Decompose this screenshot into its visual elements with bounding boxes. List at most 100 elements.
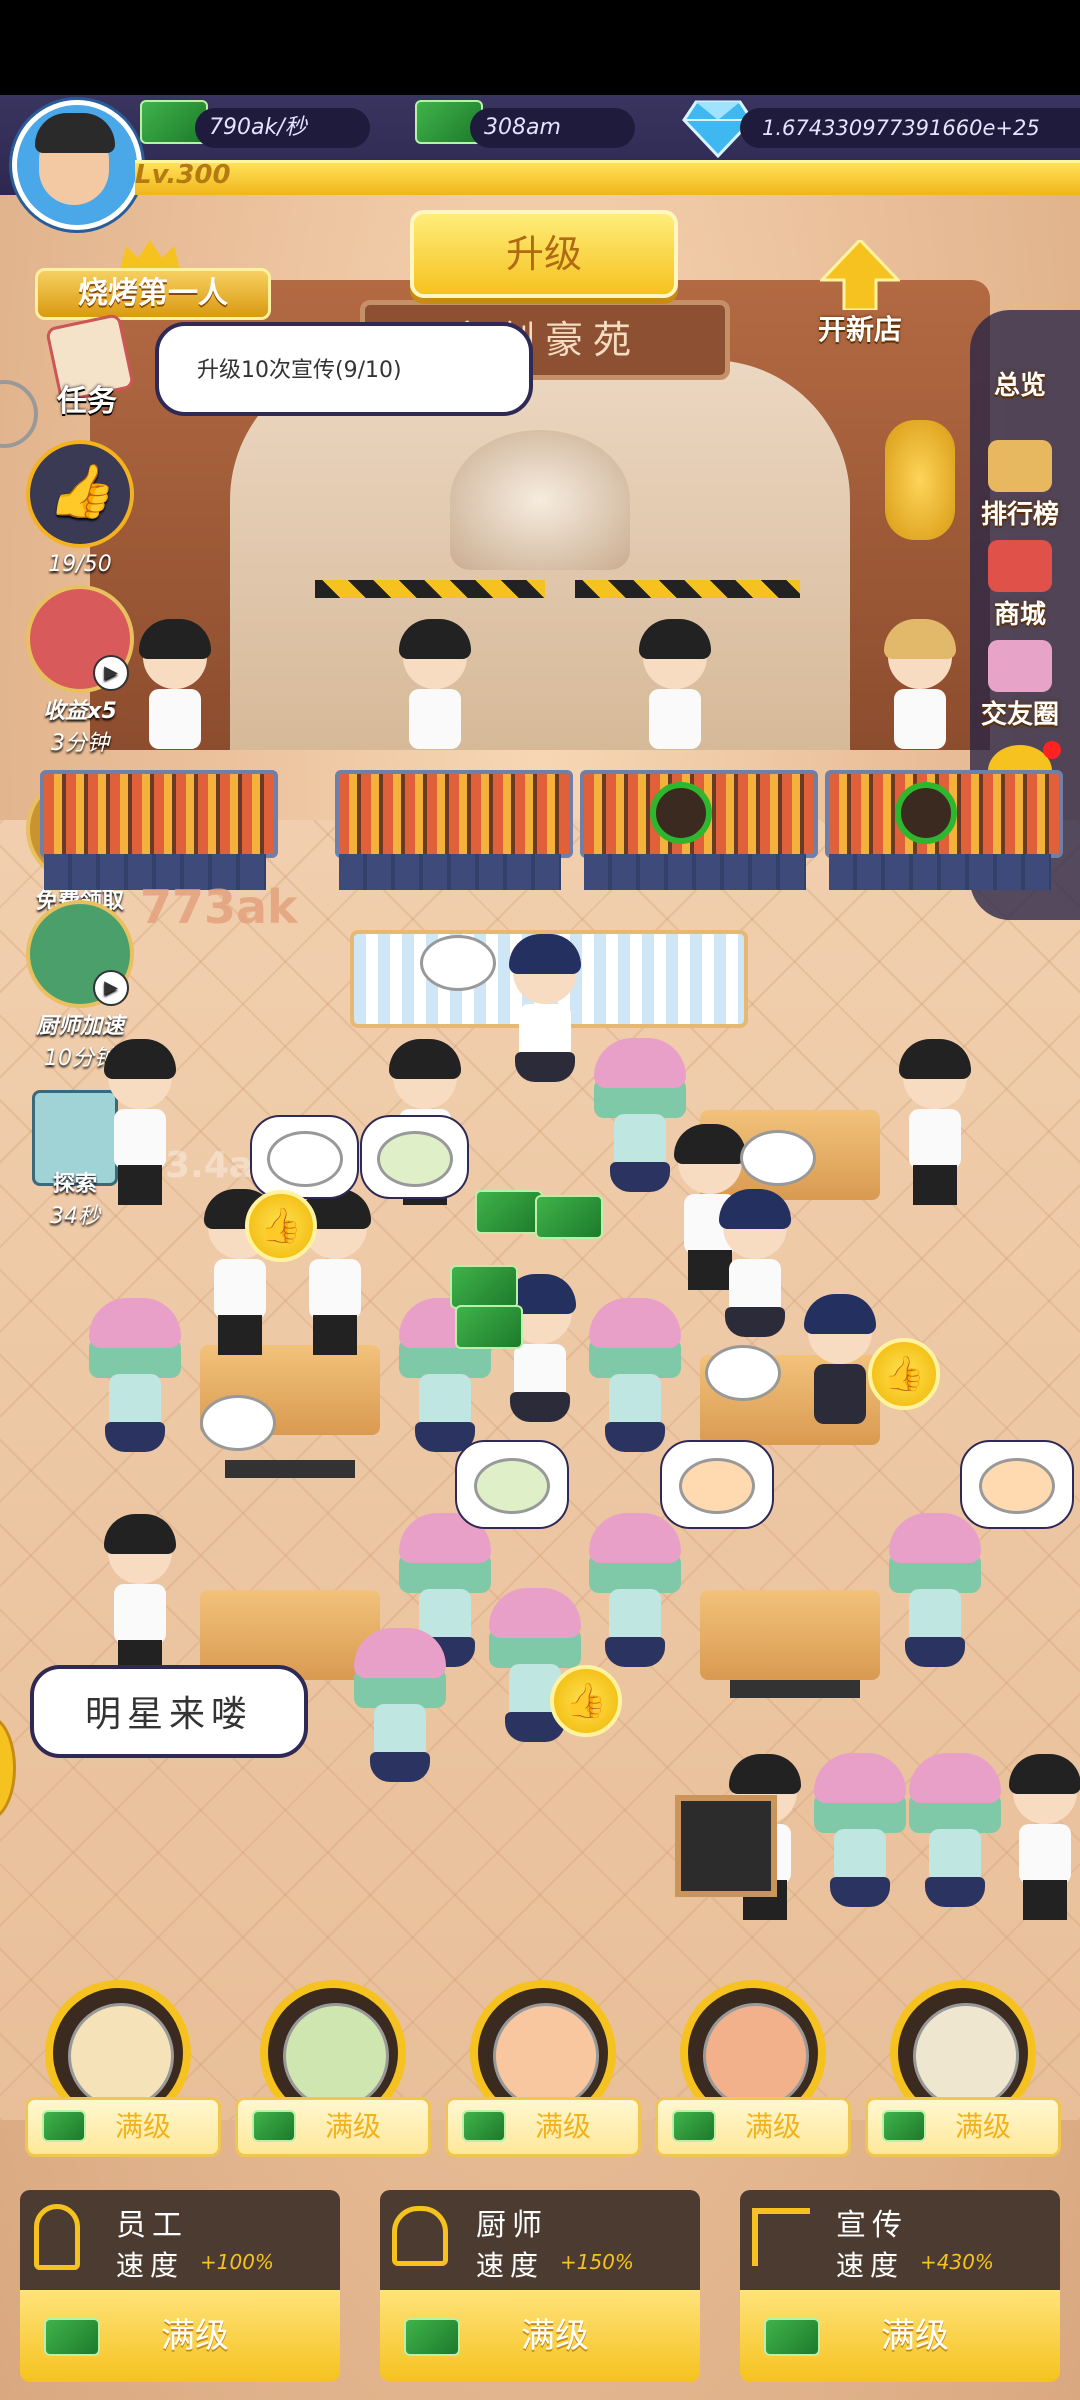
cash-icon-d3 — [462, 2110, 506, 2142]
notification-dot — [1043, 741, 1061, 759]
grill-4[interactable] — [825, 770, 1063, 890]
likes-counter[interactable]: 👍 19/50 — [15, 440, 145, 577]
staff-speed-value: +100% — [200, 2250, 274, 2274]
income-x5-avatar: ▶ — [26, 585, 134, 693]
dish-5-max-label: 满级 — [954, 2110, 1011, 2143]
cash-display: 308am — [470, 108, 635, 148]
star-message-text: 明星来喽 — [84, 1694, 253, 1735]
stat-card-chef: 厨师 速度 +150% 满级 — [380, 2190, 700, 2390]
order-bubble-2 — [360, 1115, 469, 1199]
task-text: 升级10次宣传(9/10) — [197, 358, 402, 383]
new-store-label: 开新店 — [817, 313, 902, 346]
promotion-cash-icon — [764, 2318, 820, 2356]
task-button[interactable]: 任务 — [32, 312, 142, 420]
dining-table-5 — [700, 1590, 880, 1680]
dish-1-max-label: 满级 — [114, 2110, 171, 2143]
promotion-card-header: 宣传 速度 +430% — [740, 2190, 1060, 2290]
customer-black-3 — [895, 1039, 975, 1215]
waitress-4 — [800, 1294, 880, 1470]
cash-icon-d1 — [42, 2110, 86, 2142]
dish-5-plate — [913, 2003, 1019, 2109]
waitress-2 — [715, 1189, 795, 1365]
dish-5-max-button[interactable]: 满级 — [865, 2097, 1061, 2157]
ranking-label: 排行榜 — [980, 500, 1059, 530]
dish-2-max-button[interactable]: 满级 — [235, 2097, 431, 2157]
play-icon-2: ▶ — [93, 970, 129, 1006]
dish-4-max-label: 满级 — [744, 2110, 801, 2143]
order-bubble-5 — [960, 1440, 1074, 1529]
cash-icon-d2 — [252, 2110, 296, 2142]
chef-speed-value: +150% — [560, 2250, 634, 2274]
crown-icon — [120, 240, 180, 270]
income-float-1: 773ak — [140, 880, 298, 934]
player-avatar[interactable] — [12, 100, 142, 230]
grill-2[interactable] — [335, 770, 573, 890]
cash-pickup-1[interactable] — [475, 1190, 543, 1234]
dish-4-plate — [703, 2003, 809, 2109]
thumbs-up-pickup-1[interactable]: 👍 — [245, 1190, 317, 1262]
staff-card-header: 员工 速度 +100% — [20, 2190, 340, 2290]
waitress-1 — [505, 934, 585, 1110]
thumbs-up-pickup-3[interactable]: 👍 — [550, 1665, 622, 1737]
promotion-icon — [752, 2208, 810, 2266]
income-rate-text: 790ak/秒 — [209, 115, 307, 140]
gems-display: 1.674330977391660e+25 — [740, 108, 1080, 148]
upgrade-button[interactable]: 升级 — [410, 210, 678, 298]
shop-button[interactable]: 商城 — [965, 540, 1075, 631]
cash-text: 308am — [484, 115, 561, 140]
chef-title: 厨师 — [476, 2208, 548, 2243]
chef-speed-label: 速度 — [476, 2249, 545, 2282]
queue-black-2 — [1005, 1754, 1080, 1930]
promotion-speed-value: +430% — [920, 2250, 994, 2274]
level-text: Lv.300 — [135, 160, 231, 190]
chef-speed-avatar: ▶ — [26, 900, 134, 1008]
promotion-title: 宣传 — [836, 2208, 908, 2243]
cash-icon-d5 — [882, 2110, 926, 2142]
chef-card-header: 厨师 速度 +150% — [380, 2190, 700, 2290]
order-bubble-3 — [455, 1440, 569, 1529]
new-store-button[interactable]: 开新店 — [800, 237, 920, 350]
income-x5-label: 收益x5 — [43, 699, 117, 724]
staff-title: 员工 — [116, 2208, 188, 2243]
title-badge[interactable]: 烧烤第一人 — [35, 240, 271, 320]
plate-table-1 — [200, 1395, 276, 1451]
order-bubble-1 — [250, 1115, 359, 1199]
thumbs-up-pickup-2[interactable]: 👍 — [868, 1338, 940, 1410]
order-bubble-4 — [660, 1440, 774, 1529]
dish-3-max-button[interactable]: 满级 — [445, 2097, 641, 2157]
dish-4-max-button[interactable]: 满级 — [655, 2097, 851, 2157]
promotion-upgrade-button[interactable]: 满级 — [740, 2290, 1060, 2382]
staff-upgrade-label: 满级 — [161, 2316, 229, 2356]
ranking-button[interactable]: 排行榜 — [965, 440, 1075, 531]
grill-3[interactable] — [580, 770, 818, 890]
title-badge-label: 烧烤第一人 — [35, 268, 271, 320]
staff-speed-label: 速度 — [116, 2249, 185, 2282]
chef-upgrade-button[interactable]: 满级 — [380, 2290, 700, 2382]
dish-3-plate — [493, 2003, 599, 2109]
hazard-stripe-right — [575, 580, 800, 598]
task-bubble[interactable]: 升级10次宣传(9/10) — [155, 322, 533, 416]
dish-3-max-label: 满级 — [534, 2110, 591, 2143]
income-x5-button[interactable]: ▶ 收益x5 3分钟 — [15, 585, 145, 757]
customer-pink-6 — [589, 1513, 681, 1695]
cash-pickup-2[interactable] — [535, 1195, 603, 1239]
dining-table-1-legs — [225, 1460, 355, 1478]
queue-pink-1 — [814, 1753, 906, 1935]
chef-speed-label: 厨师加速 — [35, 1014, 124, 1039]
cash-pickup-4[interactable] — [455, 1305, 523, 1349]
queue-pink-2 — [909, 1753, 1001, 1935]
overview-button[interactable]: 总览 — [965, 365, 1075, 402]
grill-1[interactable] — [40, 770, 278, 890]
dish-1-max-button[interactable]: 满级 — [25, 2097, 221, 2157]
customer-pink-2 — [89, 1298, 181, 1480]
cash-pickup-3[interactable] — [450, 1265, 518, 1309]
customer-black-1 — [100, 1039, 180, 1215]
customer-pink-8 — [354, 1628, 446, 1810]
plate-table-2 — [705, 1345, 781, 1401]
play-icon: ▶ — [93, 655, 129, 691]
cooking-progress-ring — [650, 782, 712, 844]
staff-upgrade-button[interactable]: 满级 — [20, 2290, 340, 2382]
star-message-bubble: 明星来喽 — [30, 1665, 308, 1758]
cooking-progress-ring-2 — [895, 782, 957, 844]
friends-button[interactable]: 交友圈 — [965, 640, 1075, 731]
